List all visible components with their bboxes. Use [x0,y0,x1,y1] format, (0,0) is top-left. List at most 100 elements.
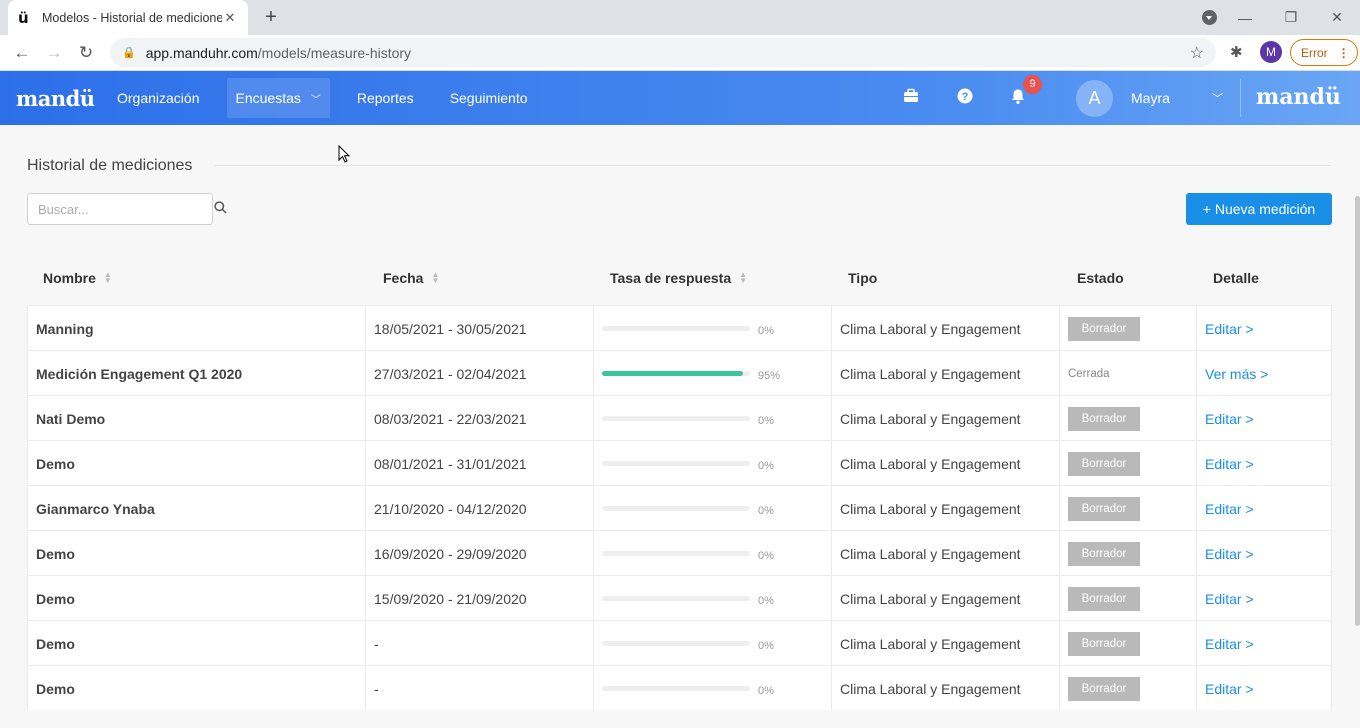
cell-date: - [366,621,594,666]
response-rate-label: 0% [758,325,774,337]
cell-type: Clima Laboral y Engagement [832,621,1060,666]
new-measurement-button[interactable]: + Nueva medición [1186,193,1332,225]
restore-icon[interactable]: ❐ [1268,9,1314,26]
close-window-icon[interactable]: ✕ [1314,9,1360,26]
detail-link[interactable]: Ver más > [1205,366,1268,382]
response-rate-label: 0% [758,685,774,697]
response-rate-bar [602,506,750,511]
cell-state: Borrador [1060,486,1197,531]
header-tasa[interactable]: Tasa de respuesta ▲ ▼ [594,250,832,305]
page-title: Historial de mediciones [27,157,193,174]
tab-search-icon[interactable] [1202,10,1217,25]
table-row[interactable]: Demo - 0% Clima Laboral y Engagement Borrado… [27,620,1332,666]
table-row[interactable]: Manning 18/05/2021 - 30/05/2021 0% Clima La… [27,305,1332,351]
url-path: /models/measure-history [257,44,412,61]
detail-link[interactable]: Editar > [1205,681,1254,697]
cell-detail: Ver más > [1197,351,1332,396]
cell-state: Borrador [1060,396,1197,441]
sort-icon[interactable]: ▲ ▼ [739,270,747,284]
header-detalle: Detalle [1197,250,1332,305]
detail-link[interactable]: Editar > [1205,321,1254,337]
detail-link[interactable]: Editar > [1205,501,1254,517]
user-menu-chevron-icon[interactable]: ﹀ [1212,90,1223,106]
header-tipo: Tipo [832,250,1060,305]
header-nombre[interactable]: Nombre ▲ ▼ [27,250,366,305]
bookmark-star-icon[interactable]: ☆ [1190,43,1204,63]
response-rate-fill [602,371,743,376]
cell-date: 08/03/2021 - 22/03/2021 [366,396,594,441]
nav-seguimiento[interactable]: Seguimiento [441,78,537,118]
error-label: Error [1301,45,1328,60]
cell-name: Demo [27,666,366,711]
table-row[interactable]: Demo 15/09/2020 - 21/09/2020 0% Clima Labor… [27,575,1332,621]
profile-avatar[interactable]: M [1260,41,1282,63]
cell-name: Gianmarco Ynaba [27,486,366,531]
cell-name: Nati Demo [27,396,366,441]
sort-icon[interactable]: ▲ ▼ [104,270,112,284]
forward-icon[interactable]: → [38,43,70,63]
scrollbar[interactable] [1355,196,1360,626]
reload-icon[interactable]: ↻ [70,43,102,63]
header-tipo-label: Tipo [848,269,878,286]
cell-type: Clima Laboral y Engagement [832,666,1060,711]
table-body: Manning 18/05/2021 - 30/05/2021 0% Clima La… [27,305,1332,711]
briefcase-icon[interactable] [901,88,921,108]
address-bar[interactable]: 🔒 app.manduhr.com/models/measure-history… [110,38,1216,67]
mandu-logo-right: mandü [1256,84,1341,110]
detail-link[interactable]: Editar > [1205,456,1254,472]
table-row[interactable]: Gianmarco Ynaba 21/10/2020 - 04/12/2020 0%… [27,485,1332,531]
cell-type: Clima Laboral y Engagement [832,576,1060,621]
cell-detail: Editar > [1197,666,1332,711]
table-row[interactable]: Demo 16/09/2020 - 29/09/2020 0% Clima Labor… [27,530,1332,576]
user-avatar[interactable]: A [1076,80,1113,117]
cell-name: Medición Engagement Q1 2020 [27,351,366,396]
back-icon[interactable]: ← [6,43,38,63]
response-rate-label: 95% [758,370,781,382]
close-tab-icon[interactable]: ✕ [222,10,238,26]
nav-reportes[interactable]: Reportes [348,78,423,118]
header-divider [1240,79,1241,117]
table-row[interactable]: Demo 08/01/2021 - 31/01/2021 0% Clima Labor… [27,440,1332,486]
detail-link[interactable]: Editar > [1205,591,1254,607]
cell-rate: 0% [594,441,832,486]
user-name[interactable]: Mayra [1131,90,1170,106]
new-tab-icon[interactable]: + [260,6,282,28]
header-detalle-label: Detalle [1213,269,1259,286]
search-icon[interactable] [214,201,227,217]
header-fecha[interactable]: Fecha ▲ ▼ [366,250,594,305]
cell-rate: 0% [594,666,832,711]
app-header: mandü Organización Encuestas ﹀ Reportes … [0,71,1360,125]
nav-encuestas[interactable]: Encuestas ﹀ [226,78,330,118]
header-tasa-label: Tasa de respuesta [610,269,732,286]
mouse-cursor-icon [338,145,350,163]
browser-tabbar: ü Modelos - Historial de medicione ✕ + —… [0,0,1360,35]
cell-detail: Editar > [1197,621,1332,666]
table-row[interactable]: Demo - 0% Clima Laboral y Engagement Borrado… [27,665,1332,711]
response-rate-label: 0% [758,550,774,562]
detail-link[interactable]: Editar > [1205,411,1254,427]
cell-state: Borrador [1060,441,1197,486]
browser-tab[interactable]: ü Modelos - Historial de medicione ✕ [8,0,248,35]
cell-rate: 95% [594,351,832,396]
nav-organizacion[interactable]: Organización [108,78,209,118]
search-box[interactable] [27,193,227,225]
sort-icon[interactable]: ▲ ▼ [431,270,439,284]
mandu-logo[interactable]: mandü [16,86,108,111]
nav-encuestas-label: Encuestas [235,90,301,106]
cell-type: Clima Laboral y Engagement [832,441,1060,486]
cell-type: Clima Laboral y Engagement [832,486,1060,531]
help-icon[interactable]: ? [955,88,975,108]
error-chip[interactable]: Error ⋮ [1290,39,1358,66]
detail-link[interactable]: Editar > [1205,546,1254,562]
table-row[interactable]: Medición Engagement Q1 2020 27/03/2021 - … [27,350,1332,396]
cell-rate: 0% [594,396,832,441]
table-row[interactable]: Nati Demo 08/03/2021 - 22/03/2021 0% Clima … [27,395,1332,441]
cell-date: 21/10/2020 - 04/12/2020 [366,486,594,531]
search-input[interactable] [38,201,214,217]
tab-title: Modelos - Historial de medicione [42,10,222,25]
cell-state: Borrador [1060,531,1197,576]
minimize-icon[interactable]: — [1222,10,1268,26]
detail-link[interactable]: Editar > [1205,636,1254,652]
cell-type: Clima Laboral y Engagement [832,306,1060,351]
extensions-puzzle-icon[interactable]: ✱ [1230,43,1243,61]
